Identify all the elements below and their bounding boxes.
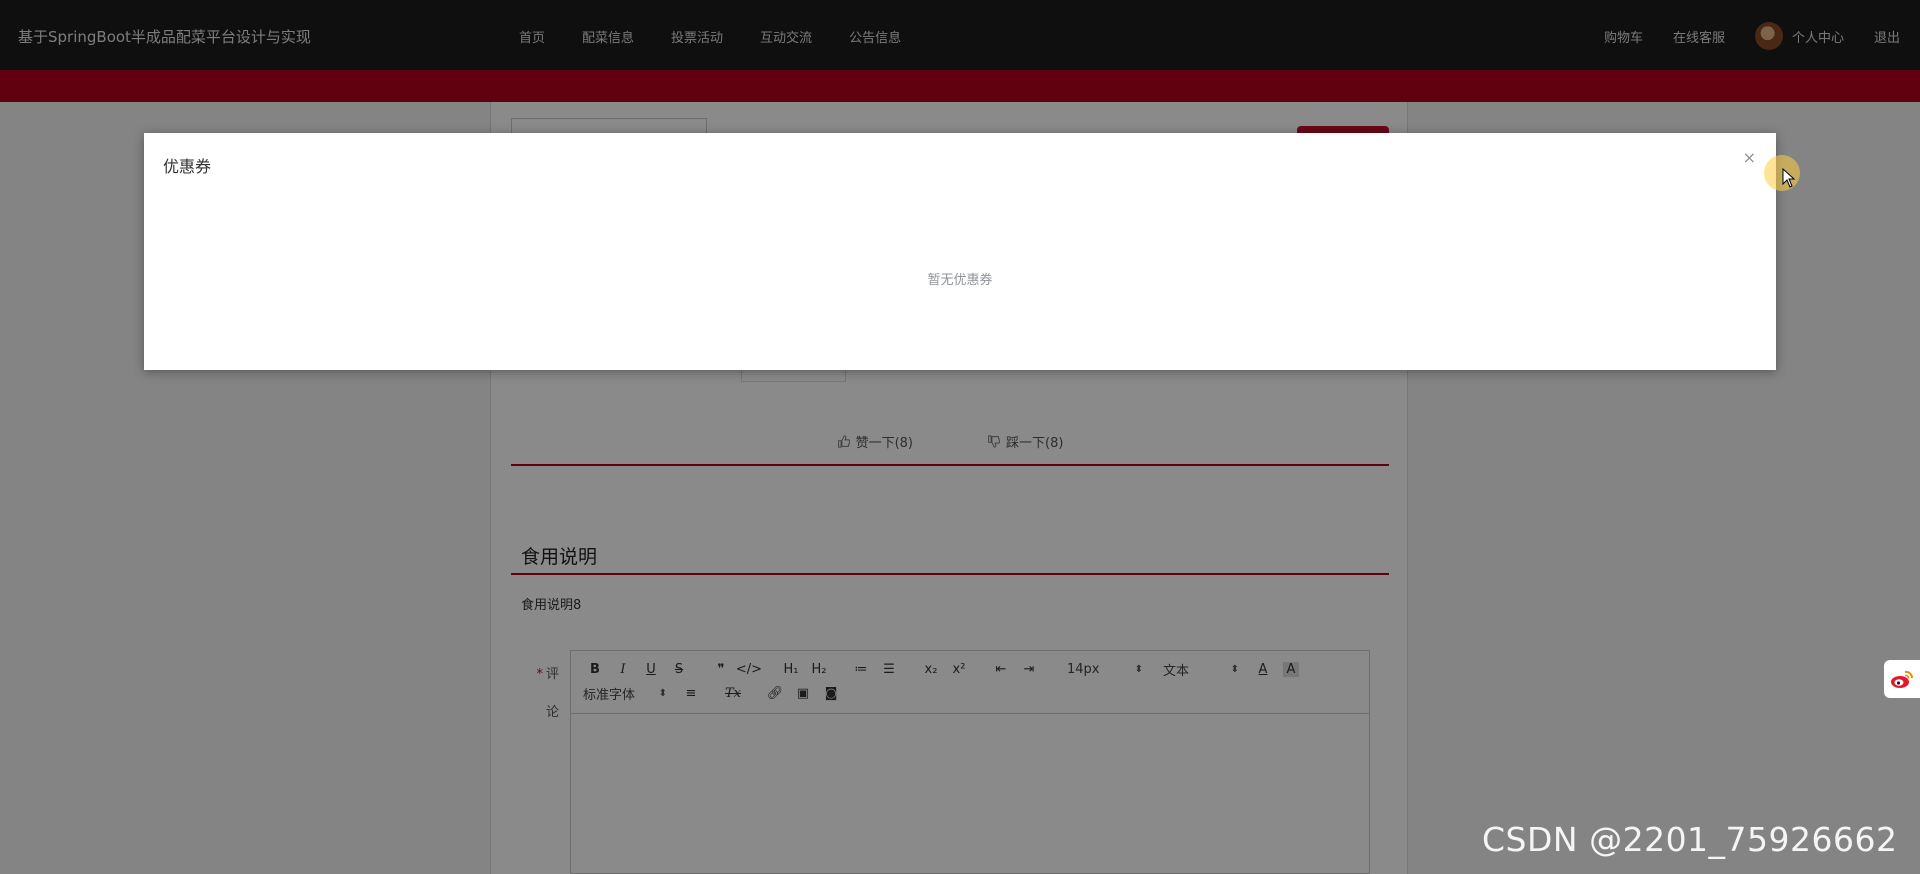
close-icon[interactable]: × [1743, 150, 1756, 166]
dialog-title: 优惠券 [163, 157, 212, 176]
coupon-dialog: 优惠券 × 暂无优惠券 [144, 133, 1776, 370]
mouse-pointer-icon [1782, 168, 1796, 188]
empty-coupons-text: 暂无优惠券 [927, 273, 993, 288]
weibo-share-button[interactable] [1884, 660, 1920, 698]
weibo-icon [1891, 670, 1914, 688]
watermark: CSDN @2201_75926662 [1482, 820, 1898, 859]
modal-overlay[interactable] [0, 0, 1920, 874]
